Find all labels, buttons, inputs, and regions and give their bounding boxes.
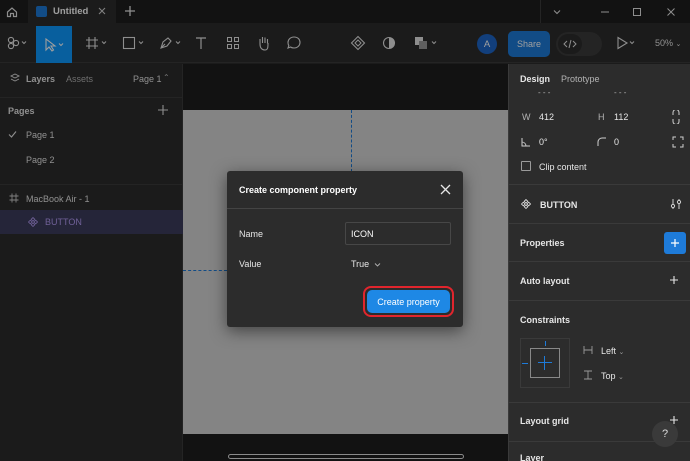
horizontal-constraint-dropdown[interactable]: Left ⌄ — [601, 346, 624, 356]
name-label: Name — [239, 229, 264, 239]
corners-icon — [672, 136, 684, 148]
value-selected: True — [351, 259, 370, 269]
constraint-v-value: Top — [601, 371, 616, 381]
component-name: BUTTON — [540, 200, 578, 210]
rotation-icon — [521, 137, 531, 147]
chevron-down-icon — [374, 262, 381, 267]
value-label: Value — [239, 259, 262, 269]
close-icon — [440, 184, 451, 195]
plus-icon — [671, 239, 679, 247]
w-field[interactable]: 412 — [539, 112, 554, 122]
value-dropdown[interactable]: True — [345, 254, 395, 274]
constraints-header: Constraints — [520, 315, 571, 325]
layer-header: Layer — [520, 453, 545, 461]
divider — [508, 184, 690, 185]
property-name-input[interactable]: ICON — [345, 222, 451, 245]
divider — [508, 300, 690, 301]
plus-icon — [670, 276, 678, 284]
constraint-inner-box — [530, 348, 560, 378]
auto-layout-header: Auto layout — [520, 276, 570, 286]
help-label: ? — [661, 428, 669, 440]
h-label: H — [598, 112, 605, 122]
dialog-title: Create component property — [239, 185, 358, 195]
divider — [227, 208, 463, 209]
add-property-button[interactable] — [664, 232, 686, 254]
vertical-constraint-icon — [584, 370, 592, 380]
layout-grid-header: Layout grid — [520, 416, 569, 426]
dialog-close-button[interactable] — [439, 183, 452, 196]
horizontal-scrollbar[interactable] — [228, 454, 464, 459]
corner-radius-icon — [597, 137, 607, 147]
y-field[interactable]: - - - — [614, 88, 626, 97]
constraint-left-line[interactable] — [522, 363, 528, 364]
corner-radius-field[interactable]: 0 — [614, 137, 619, 147]
link-icon — [672, 110, 680, 124]
w-label: W — [522, 112, 531, 122]
add-auto-layout-button[interactable] — [669, 275, 679, 285]
clip-content-checkbox[interactable] — [521, 161, 531, 171]
tab-prototype[interactable]: Prototype — [561, 74, 600, 84]
component-instance-icon — [521, 199, 531, 209]
independent-corners-button[interactable] — [672, 136, 684, 148]
divider — [508, 402, 690, 403]
clip-content-label: Clip content — [539, 162, 587, 172]
component-settings-button[interactable] — [670, 198, 682, 210]
sliders-icon — [670, 199, 682, 209]
h-field[interactable]: 112 — [614, 112, 628, 122]
constraint-horizontal-line[interactable] — [538, 362, 552, 363]
horizontal-constraint-icon — [583, 346, 593, 354]
tab-design[interactable]: Design — [520, 74, 550, 84]
vertical-constraint-dropdown[interactable]: Top ⌄ — [601, 371, 624, 381]
properties-header: Properties — [520, 238, 565, 248]
divider — [508, 261, 690, 262]
constraint-h-value: Left — [601, 346, 617, 356]
rotation-field[interactable]: 0° — [539, 137, 548, 147]
help-button[interactable]: ? — [652, 421, 678, 447]
name-input-value: ICON — [351, 228, 374, 239]
create-property-button[interactable]: Create property — [367, 290, 450, 313]
constraint-vertical-line[interactable] — [544, 356, 545, 370]
constrain-proportions-button[interactable] — [672, 110, 680, 124]
constraint-top-line[interactable] — [545, 341, 546, 346]
x-field[interactable]: - - - — [538, 88, 550, 97]
divider — [508, 223, 690, 224]
